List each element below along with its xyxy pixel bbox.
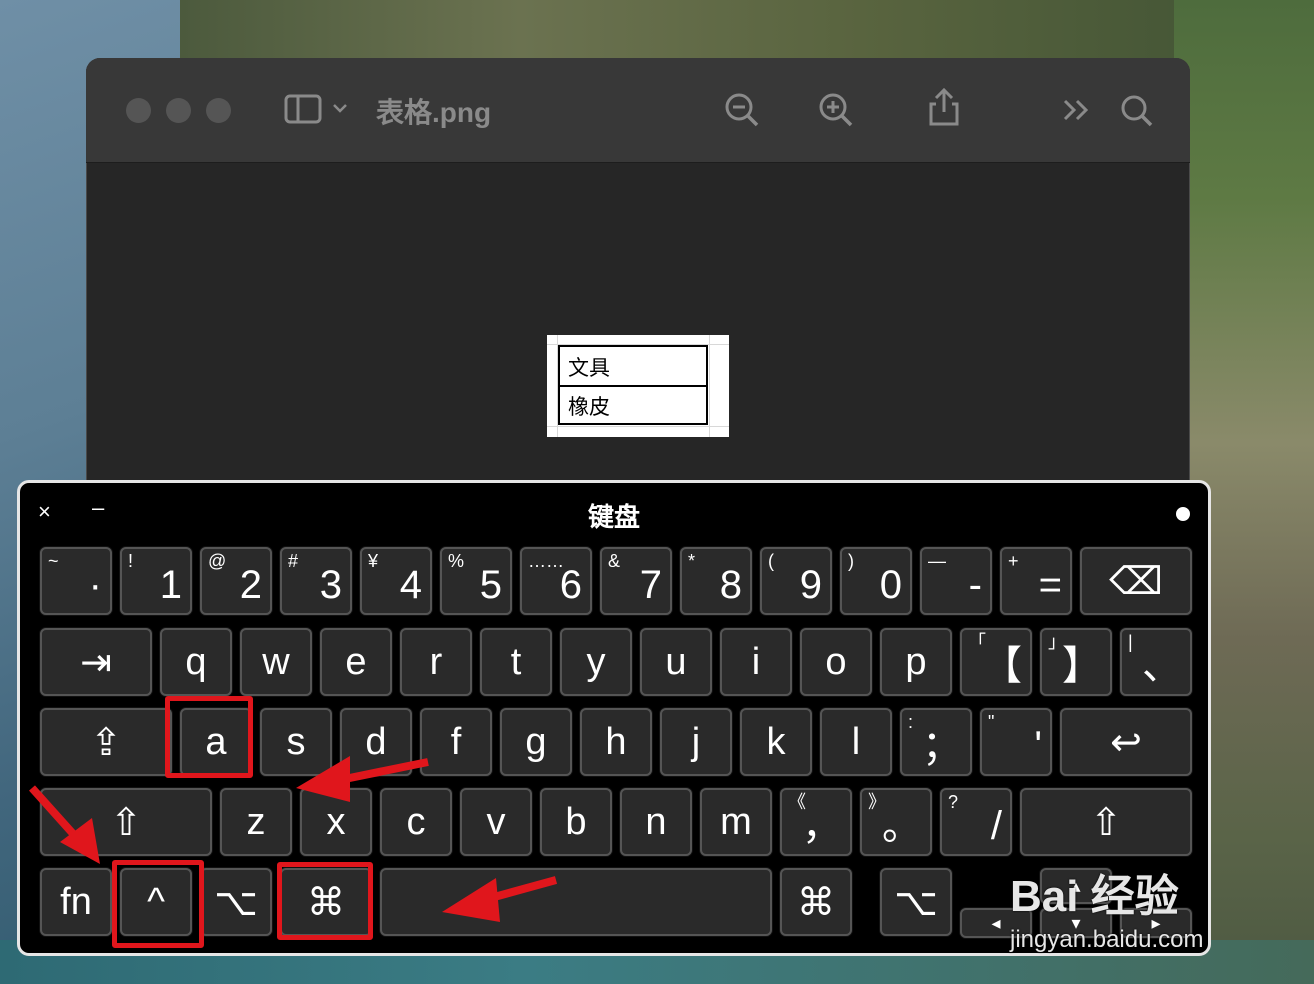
watermark-url: jingyan.baidu.com	[1010, 926, 1204, 953]
annotation-arrows	[29, 756, 558, 922]
watermark-logo: Bai 经验	[1010, 872, 1179, 921]
